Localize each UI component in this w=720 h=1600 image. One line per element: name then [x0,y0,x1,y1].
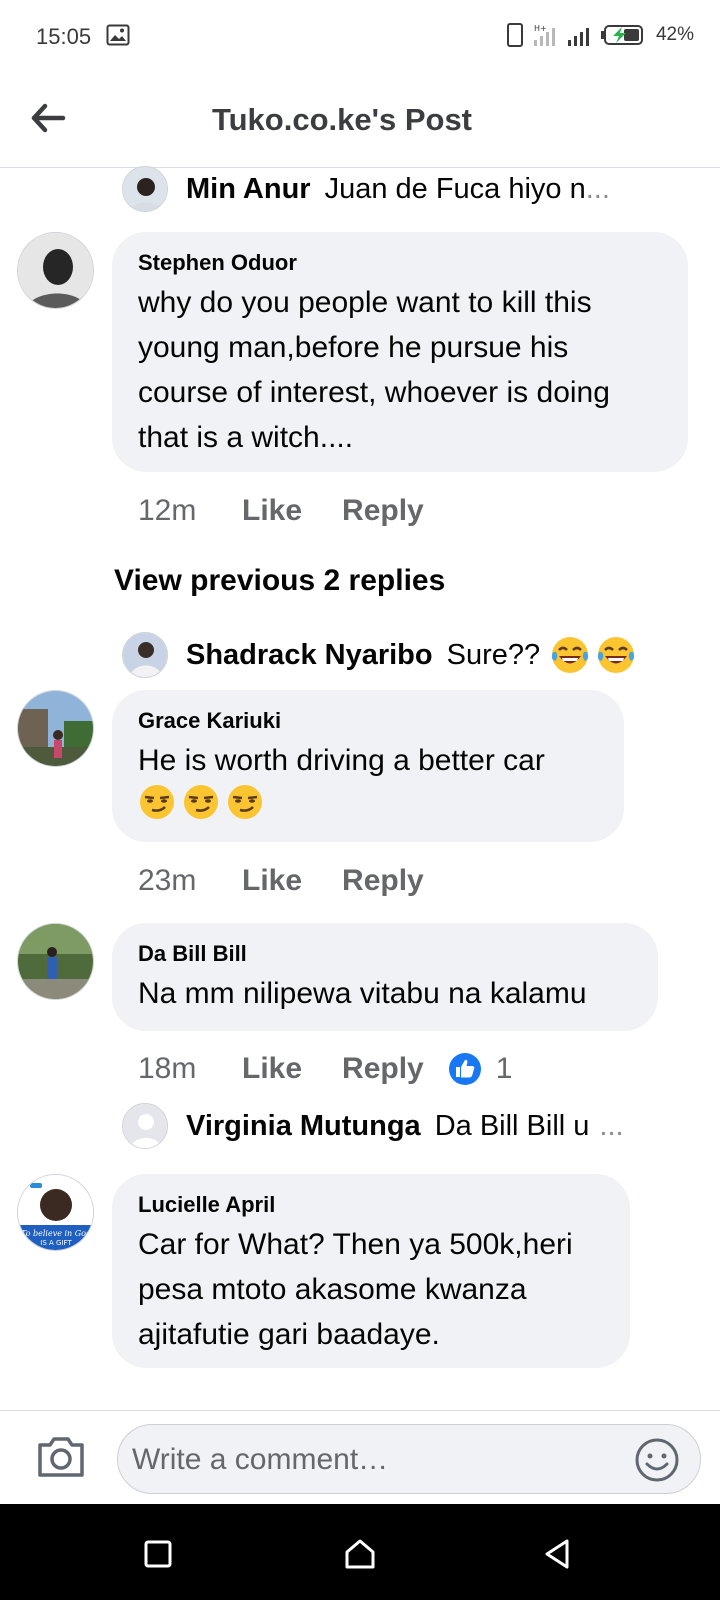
comment-timestamp: 12m [138,494,197,527]
smirking-face-emoji [228,785,262,819]
emoji-picker-icon[interactable] [634,1437,680,1483]
comment-bubble[interactable]: Lucielle April Car for What? Then ya 500… [112,1174,630,1368]
comment-text: Na mm nilipewa vitabu na kalamu [138,977,587,1010]
reply-text: Sure?? [446,638,541,671]
reply-button[interactable]: Reply [342,1052,424,1086]
back-nav-icon[interactable] [540,1537,574,1571]
comment-author-name[interactable]: Da Bill Bill [138,941,632,967]
comment-text: He is worth driving a better car [138,738,598,828]
camera-icon[interactable] [36,1433,86,1479]
comment-bubble[interactable]: Da Bill Bill Na mm nilipewa vitabu na ka… [112,923,658,1031]
status-time: 15:05 [36,24,92,49]
recent-apps-icon[interactable] [141,1537,175,1571]
status-bar: 15:05 H+ 42% [0,0,720,72]
comment-author-name[interactable]: Grace Kariuki [138,708,598,734]
reply-preview[interactable]: Shadrack Nyaribo Sure?? [122,632,642,678]
system-navigation-bar [0,1504,720,1600]
comment-bubble[interactable]: Stephen Oduor why do you people want to … [112,232,688,472]
reply-text: Juan de Fuca hiyo n [324,172,586,205]
signal-sim2-icon [567,28,589,46]
battery-percentage: 42% [655,24,694,45]
signal-sim1-icon: H+ [533,24,555,46]
comment-text: why do you people want to kill this youn… [138,286,610,454]
battery-charging-icon [600,25,643,45]
avatar[interactable] [122,166,168,212]
status-right: H+ 42% [506,22,694,48]
reply-author-name[interactable]: Min Anur [186,173,311,206]
comment-input-placeholder: Write a comment… [132,1443,389,1476]
view-previous-replies-link[interactable]: View previous 2 replies [114,564,445,598]
svg-text:To believe in God: To believe in God [21,1229,91,1238]
comment-actions: 12m Like Reply [138,494,464,528]
face-with-tears-of-joy-emoji [598,637,635,673]
smirking-face-emoji [184,785,218,819]
comment-bubble[interactable]: Grace Kariuki He is worth driving a bett… [112,690,624,842]
comment-composer: Write a comment… [0,1410,720,1504]
face-with-tears-of-joy-emoji [552,637,589,673]
comment-text: Car for What? Then ya 500k,heri pesa mto… [138,1228,573,1351]
home-icon[interactable] [343,1537,377,1571]
reply-button[interactable]: Reply [342,494,424,528]
like-button[interactable]: Like [242,1052,302,1086]
avatar[interactable] [17,690,94,767]
gallery-notification-icon [106,24,130,46]
like-button[interactable]: Like [242,494,302,528]
svg-text:IS A GIFT: IS A GIFT [40,1239,72,1247]
reaction-count: 1 [495,1052,513,1085]
reaction-summary[interactable]: 1 [448,1052,513,1086]
avatar[interactable] [17,232,94,309]
comment-author-name[interactable]: Lucielle April [138,1192,604,1218]
post-header: Tuko.co.ke's Post [0,72,720,168]
reply-preview[interactable]: Virginia Mutunga Da Bill Bill u ... [122,1103,624,1149]
phone-icon [506,23,523,47]
like-reaction-icon [448,1053,481,1085]
comment-input[interactable]: Write a comment… [117,1424,701,1494]
avatar[interactable]: To believe in God IS A GIFT [17,1174,94,1251]
reply-button[interactable]: Reply [342,864,424,898]
reply-ellipsis: ... [585,172,610,205]
avatar[interactable] [17,923,94,1000]
avatar[interactable] [122,1103,168,1149]
comment-author-name[interactable]: Stephen Oduor [138,250,662,276]
reply-author-name[interactable]: Virginia Mutunga [186,1110,421,1143]
reply-text: Da Bill Bill u [434,1109,590,1142]
page-title: Tuko.co.ke's Post [211,102,473,137]
smirking-face-emoji [140,785,174,819]
comment-timestamp: 23m [138,864,197,897]
emoji-row [138,783,598,828]
reply-preview[interactable]: Min Anur Juan de Fuca hiyo n ... [122,166,610,212]
comment-actions: 18m Like Reply 1 [138,1052,512,1086]
svg-text:H+: H+ [534,24,547,33]
comment-timestamp: 18m [138,1052,197,1085]
comment-actions: 23m Like Reply [138,864,464,898]
reply-author-name[interactable]: Shadrack Nyaribo [186,639,433,672]
like-button[interactable]: Like [242,864,302,898]
reply-ellipsis: ... [599,1109,624,1142]
avatar[interactable] [122,632,168,678]
